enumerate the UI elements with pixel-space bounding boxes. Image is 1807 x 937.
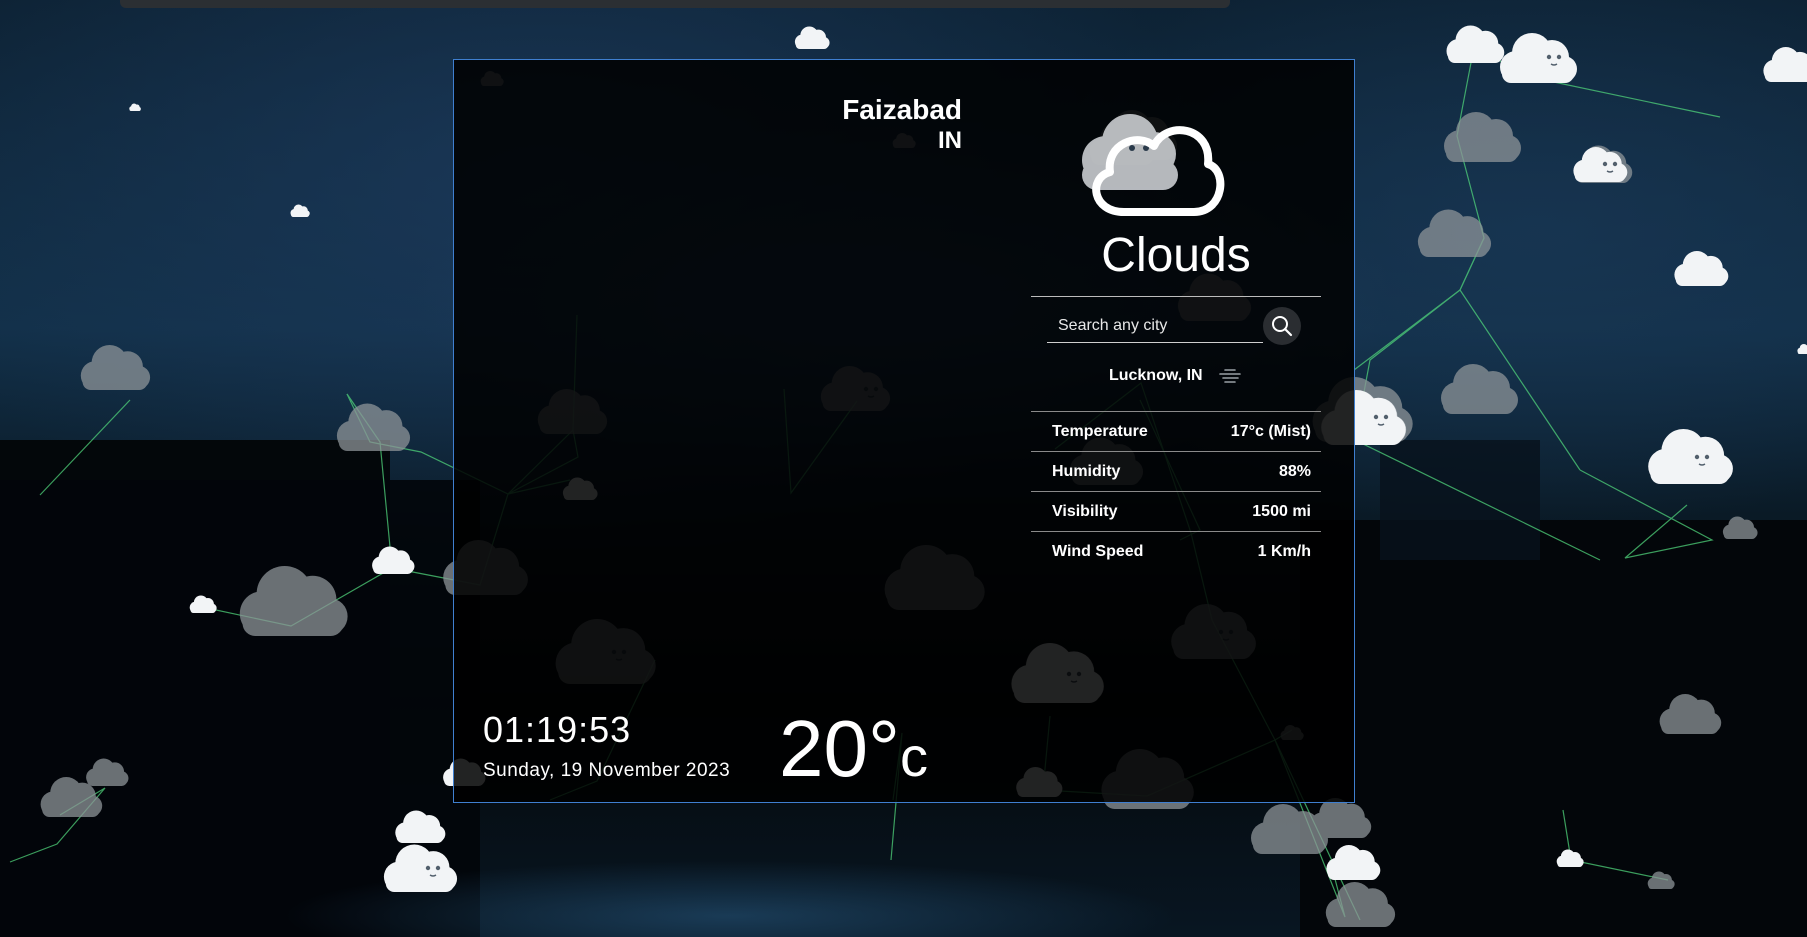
detail-label: Wind Speed — [1052, 542, 1144, 560]
current-location-label: Lucknow, IN — [1108, 367, 1203, 385]
detail-label: Visibility — [1052, 502, 1118, 520]
background-scene: Faizabad IN Clouds Lucknow, IN — [0, 0, 1807, 937]
temperature-value: 20 — [779, 704, 868, 793]
city-name: Faizabad — [842, 94, 962, 125]
detail-value: 88% — [1278, 462, 1311, 480]
location-header: Faizabad IN — [842, 94, 962, 156]
current-temperature: 20°c — [779, 704, 928, 802]
search-icon — [1272, 316, 1293, 337]
detail-value: 1 Km/h — [1257, 542, 1311, 560]
detail-row-wind-speed: Wind Speed 1 Km/h — [1031, 531, 1321, 571]
clock-time: 01:19:53 — [483, 709, 632, 750]
weather-condition: Clouds — [1101, 229, 1251, 282]
detail-value: 17°c (Mist) — [1230, 422, 1311, 440]
detail-label: Temperature — [1052, 422, 1148, 440]
country-code: IN — [938, 127, 962, 154]
weather-card: Faizabad IN Clouds Lucknow, IN — [453, 59, 1355, 803]
cloud-outline-icon — [1082, 114, 1225, 216]
detail-row-temperature: Temperature 17°c (Mist) — [1031, 411, 1321, 451]
search-button[interactable] — [1263, 307, 1301, 345]
detail-row-visibility: Visibility 1500 mi — [1031, 491, 1321, 531]
temperature-degree: ° — [867, 704, 900, 793]
detail-value: 1500 mi — [1252, 502, 1311, 520]
divider — [1031, 296, 1321, 297]
detail-label: Humidity — [1052, 462, 1121, 480]
city-search-input[interactable] — [1047, 309, 1263, 343]
temperature-unit: c — [899, 725, 928, 788]
current-location: Lucknow, IN — [1031, 367, 1321, 385]
weather-details-table: Temperature 17°c (Mist) Humidity 88% Vis… — [1031, 411, 1321, 571]
mist-icon — [1219, 369, 1241, 383]
detail-row-humidity: Humidity 88% — [1031, 451, 1321, 491]
clock-date: Sunday, 19 November 2023 — [483, 760, 731, 781]
